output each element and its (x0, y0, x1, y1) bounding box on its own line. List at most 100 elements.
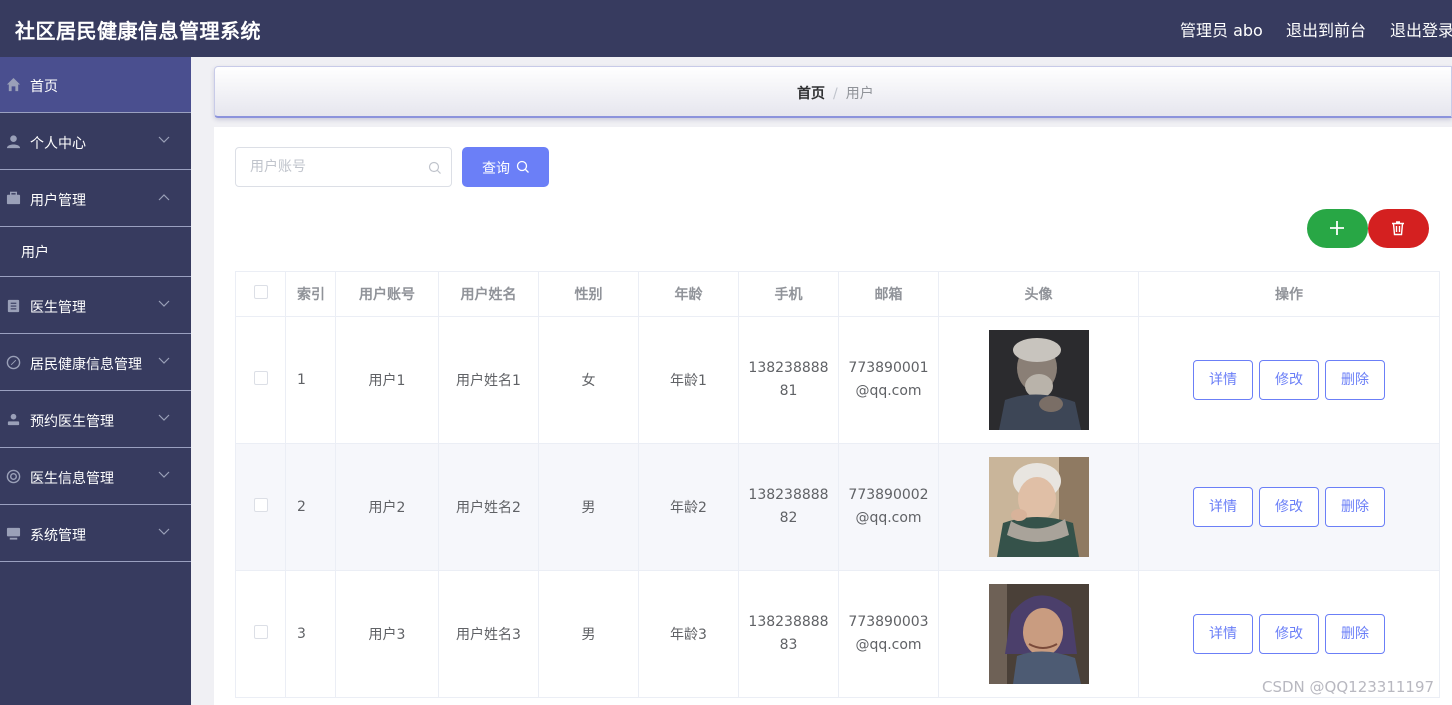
chevron-up-icon (158, 194, 170, 201)
compass-icon (6, 355, 21, 370)
chevron-down-icon (158, 414, 170, 421)
account-search-input[interactable] (250, 157, 420, 177)
query-button[interactable]: 查询 (462, 147, 549, 187)
cell-age: 年龄2 (638, 443, 739, 571)
sidebar-item-label: 用户管理 (30, 193, 86, 209)
app-title: 社区居民健康信息管理系统 (15, 19, 261, 43)
breadcrumb-home[interactable]: 首页 (797, 86, 825, 102)
cell-age: 年龄3 (638, 570, 739, 698)
cell-phone: 13823888882 (738, 443, 839, 571)
breadcrumb-current: 用户 (845, 86, 874, 102)
cell-account: 用户1 (335, 316, 439, 444)
column-header: 性别 (538, 271, 639, 317)
trash-icon (1392, 221, 1404, 236)
cell-account: 用户2 (335, 443, 439, 571)
select-all-cell (235, 271, 286, 317)
sidebar-subitem-label: 用户 (21, 245, 49, 261)
sidebar-item-user-management[interactable]: 用户管理 (0, 171, 191, 227)
cell-gender: 男 (538, 570, 639, 698)
cell-avatar (938, 316, 1139, 444)
avatar[interactable] (988, 330, 1089, 430)
sidebar-item-label: 医生管理 (30, 300, 86, 316)
column-header: 索引 (285, 271, 336, 317)
query-button-label: 查询 (482, 161, 510, 177)
user-icon (6, 135, 21, 149)
detail-button[interactable]: 详情 (1193, 614, 1253, 654)
search-icon (428, 161, 441, 174)
table-row: 1 用户1 用户姓名1 女 年龄1 13823888881 773890001@… (235, 316, 1440, 444)
cell-email: 773890001@qq.com (838, 316, 939, 444)
sidebar-item-resident-health[interactable]: 居民健康信息管理 (0, 335, 191, 391)
cell-actions: 详情 修改 删除 (1138, 443, 1440, 571)
clipboard-icon (7, 299, 20, 313)
monitor-icon (6, 527, 21, 540)
edit-button[interactable]: 修改 (1259, 487, 1319, 527)
sidebar-item-home[interactable]: 首页 (0, 57, 191, 113)
batch-delete-button[interactable] (1368, 209, 1429, 248)
edit-button[interactable]: 修改 (1259, 614, 1319, 654)
cell-gender: 女 (538, 316, 639, 444)
cell-name: 用户姓名3 (438, 570, 539, 698)
chevron-down-icon (158, 471, 170, 478)
cell-avatar (938, 570, 1139, 698)
select-all-checkbox[interactable] (253, 285, 268, 299)
cell-actions: 详情 修改 删除 (1138, 316, 1440, 444)
sidebar-item-label: 系统管理 (30, 528, 86, 544)
column-header: 头像 (938, 271, 1139, 317)
admin-user-link[interactable]: 管理员 abo (1180, 17, 1263, 41)
cell-name: 用户姓名2 (438, 443, 539, 571)
table-row: 2 用户2 用户姓名2 男 年龄2 13823888882 773890002@… (235, 443, 1440, 571)
edit-button[interactable]: 修改 (1259, 360, 1319, 400)
sidebar-item-doctor-management[interactable]: 医生管理 (0, 278, 191, 334)
delete-button[interactable]: 删除 (1325, 487, 1385, 527)
cell-name: 用户姓名1 (438, 316, 539, 444)
logout-link[interactable]: 退出登录 (1390, 17, 1452, 41)
account-search-field[interactable] (235, 147, 452, 187)
avatar[interactable] (988, 584, 1089, 684)
sidebar-item-label: 预约医生管理 (30, 414, 114, 430)
cell-phone: 13823888883 (738, 570, 839, 698)
cell-index: 2 (285, 443, 336, 571)
breadcrumb-separator: / (833, 86, 838, 102)
table-row: 3 用户3 用户姓名3 男 年龄3 13823888883 773890003@… (235, 570, 1440, 698)
column-header: 操作 (1138, 271, 1440, 317)
home-icon (6, 77, 21, 92)
sidebar-item-label: 首页 (30, 79, 58, 95)
row-checkbox[interactable] (253, 625, 268, 639)
delete-button[interactable]: 删除 (1325, 360, 1385, 400)
sidebar-item-doctor-info[interactable]: 医生信息管理 (0, 449, 191, 505)
sidebar-item-label: 居民健康信息管理 (30, 357, 142, 373)
lifebuoy-icon (6, 469, 21, 484)
sidebar: 首页 个人中心 用户管理 用户 医生管理 居民健康信息管理 预约医生管理 医生信… (0, 57, 191, 705)
user-table: 索引 用户账号 用户姓名 性别 年龄 手机 邮箱 头像 操作 1 用户1 用户姓… (235, 271, 1440, 698)
column-header: 用户姓名 (438, 271, 539, 317)
delete-button[interactable]: 删除 (1325, 614, 1385, 654)
column-header: 年龄 (638, 271, 739, 317)
cell-avatar (938, 443, 1139, 571)
avatar[interactable] (988, 457, 1089, 557)
sidebar-item-label: 个人中心 (30, 136, 86, 152)
watermark: CSDN @QQ123311197 (1262, 678, 1435, 696)
sidebar-item-label: 医生信息管理 (30, 471, 114, 487)
sidebar-subitem-users[interactable]: 用户 (0, 227, 191, 277)
column-header: 邮箱 (838, 271, 939, 317)
row-checkbox[interactable] (253, 371, 268, 385)
detail-button[interactable]: 详情 (1193, 360, 1253, 400)
cell-phone: 13823888881 (738, 316, 839, 444)
cell-index: 1 (285, 316, 336, 444)
detail-button[interactable]: 详情 (1193, 487, 1253, 527)
plus-icon (1330, 221, 1344, 235)
search-icon (516, 160, 529, 173)
column-header: 手机 (738, 271, 839, 317)
sidebar-item-appointment[interactable]: 预约医生管理 (0, 392, 191, 448)
sidebar-item-personal-center[interactable]: 个人中心 (0, 114, 191, 170)
cell-age: 年龄1 (638, 316, 739, 444)
row-checkbox[interactable] (253, 498, 268, 512)
briefcase-icon (6, 191, 21, 205)
top-header: 社区居民健康信息管理系统 管理员 abo 退出到前台 退出登录 (0, 0, 1452, 57)
back-to-front-link[interactable]: 退出到前台 (1286, 17, 1366, 41)
add-button[interactable] (1307, 209, 1368, 248)
cell-email: 773890002@qq.com (838, 443, 939, 571)
cell-email: 773890003@qq.com (838, 570, 939, 698)
sidebar-item-system[interactable]: 系统管理 (0, 506, 191, 562)
